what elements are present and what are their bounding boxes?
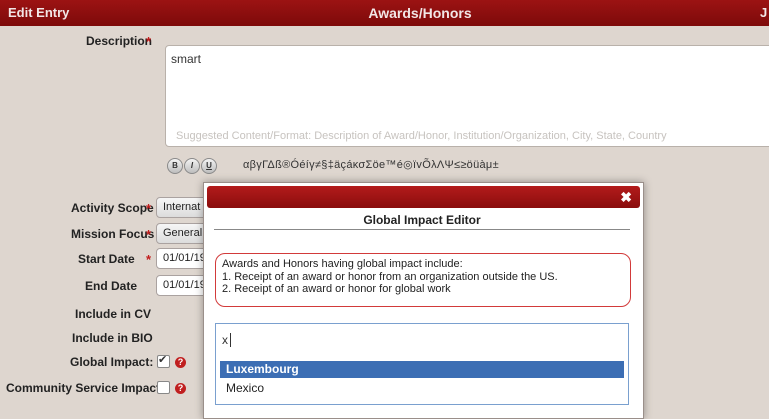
option-mexico[interactable]: Mexico — [220, 380, 624, 397]
info-line: 1. Receipt of an award or honor from an … — [222, 270, 558, 283]
required-mark: * — [146, 34, 152, 49]
required-mark: * — [146, 201, 152, 216]
header-right-fragment: J — [760, 5, 768, 20]
include-bio-label: Include in BIO — [72, 331, 153, 345]
italic-button[interactable]: I — [184, 158, 200, 174]
description-value: smart — [171, 52, 201, 66]
info-line: Awards and Honors having global impact i… — [222, 258, 463, 270]
description-textarea[interactable]: smart Suggested Content/Format: Descript… — [165, 45, 769, 147]
global-impact-dialog: ✖ Global Impact Editor Awards and Honors… — [203, 182, 644, 419]
mission-focus-label: Mission Focus — [71, 227, 155, 241]
country-input[interactable]: x — [222, 333, 228, 347]
dialog-header: ✖ — [207, 186, 640, 208]
bold-button[interactable]: B — [167, 158, 183, 174]
top-bar: Edit Entry Awards/Honors J — [0, 0, 769, 26]
community-service-label: Community Service Impact: — [6, 381, 165, 395]
community-service-checkbox[interactable] — [157, 381, 170, 394]
activity-scope-label: Activity Scope — [71, 201, 154, 215]
required-mark: * — [146, 252, 152, 267]
info-line: 2. Receipt of an award or honor for glob… — [222, 283, 451, 295]
start-date-label: Start Date — [78, 252, 135, 266]
page-title: Awards/Honors — [368, 5, 472, 21]
option-luxembourg[interactable]: Luxembourg — [220, 361, 624, 378]
close-icon[interactable]: ✖ — [620, 189, 632, 206]
global-impact-checkbox[interactable] — [157, 353, 170, 368]
country-autocomplete[interactable]: x Luxembourg Mexico — [215, 323, 629, 405]
end-date-label: End Date — [85, 279, 138, 293]
dialog-title: Global Impact Editor — [214, 213, 630, 230]
include-cv-label: Include in CV — [75, 307, 152, 321]
description-hint: Suggested Content/Format: Description of… — [176, 130, 667, 142]
underline-button[interactable]: U — [201, 158, 217, 174]
description-label: Description — [86, 34, 153, 48]
global-impact-label: Global Impact: — [70, 355, 154, 369]
special-characters[interactable]: αβγΓΔß®Óéíγ≠§‡äçáκσΣöe™é◎ïvÕλΛΨ≤≥öüàμ± — [243, 158, 499, 171]
text-cursor — [230, 333, 231, 347]
help-icon[interactable]: ? — [175, 383, 186, 394]
info-box: Awards and Honors having global impact i… — [215, 253, 631, 307]
required-mark: * — [146, 227, 152, 242]
help-icon[interactable]: ? — [175, 357, 186, 368]
